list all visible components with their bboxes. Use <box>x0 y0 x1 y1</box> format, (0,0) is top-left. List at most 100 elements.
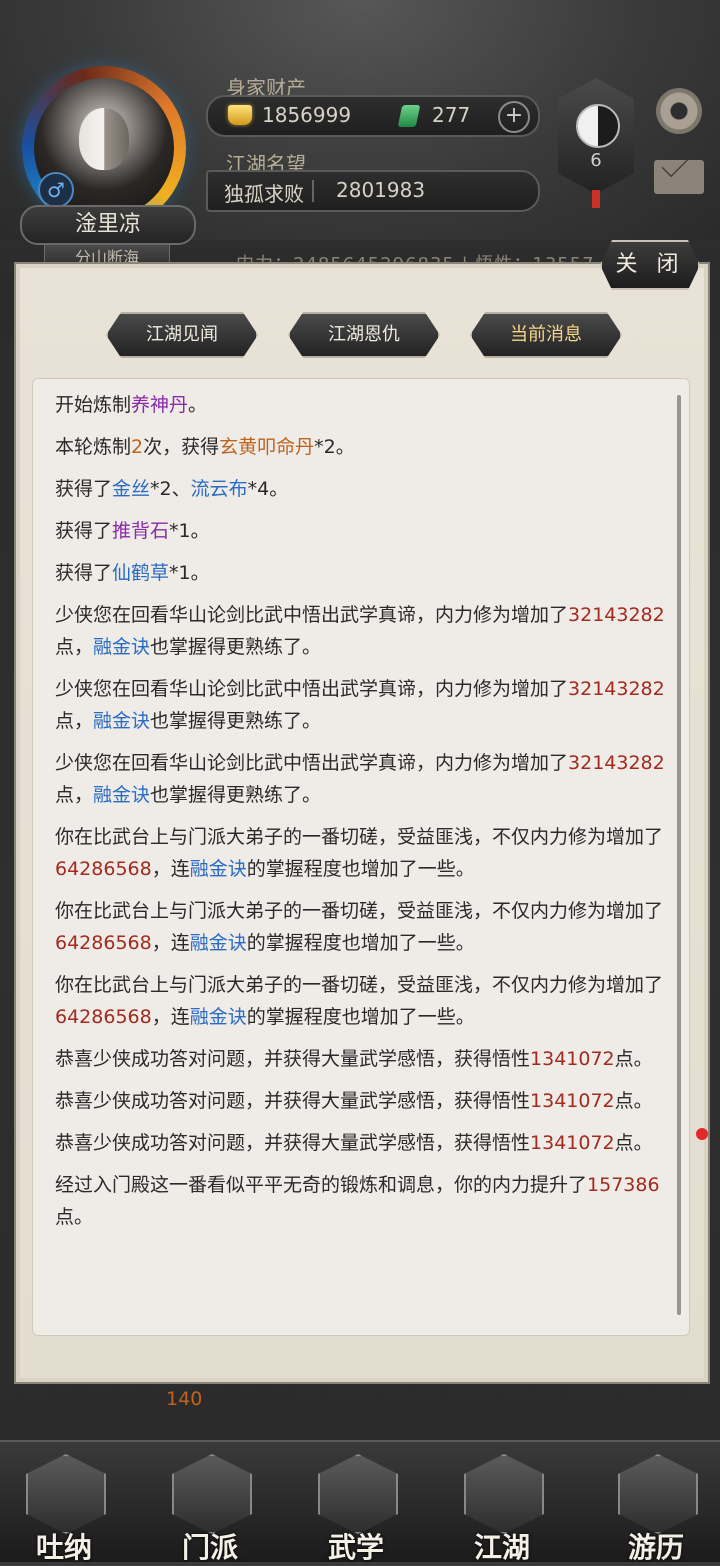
message-item: 恭喜少侠成功答对问题，并获得大量武学感悟，获得悟性1341072点。 <box>55 1043 689 1075</box>
message-text: ，连 <box>151 932 190 954</box>
message-text: 也掌握得更熟练了。 <box>150 710 322 732</box>
background-message-2: 否晓生：淦里凉实是不简单，这招天上人会，境界的剑法天息剑竟被士 <box>52 1420 642 1442</box>
message-highlight: 2 <box>131 436 144 458</box>
message-text: 少侠您在回看华山论剑比武中悟出武学真谛，内力修为增加了 <box>55 604 569 626</box>
masked-face-icon <box>79 108 129 170</box>
tassel-decoration <box>592 190 600 208</box>
nav-jianghu[interactable]: 江湖 <box>442 1450 562 1564</box>
message-highlight: 融金诀 <box>189 932 247 954</box>
gold-ingot-icon <box>228 105 252 125</box>
message-text: 的掌握程度也增加了一些。 <box>246 932 475 954</box>
message-highlight: 32143282 <box>568 604 665 626</box>
message-highlight: 融金诀 <box>93 636 151 658</box>
message-item: 你在比武台上与门派大弟子的一番切磋，受益匪浅，不仅内力修为增加了 64286568… <box>55 821 689 885</box>
message-text: 也掌握得更熟练了。 <box>150 636 322 658</box>
bottom-nav: 吐纳 门派 武学 江湖 游历 <box>0 1440 720 1564</box>
rank-level: 6 <box>590 150 602 171</box>
background-message-text-end: 个碎叶铁符。 <box>202 1388 317 1410</box>
add-currency-button[interactable]: + <box>498 101 530 133</box>
message-text: 本轮炼制 <box>55 436 132 458</box>
message-text: 开始炼制 <box>55 394 132 416</box>
player-name: 淦里凉 <box>20 205 196 245</box>
message-item: 获得了金丝*2、流云布*4。 <box>55 473 689 505</box>
message-highlight: 1341072 <box>530 1132 615 1154</box>
message-text: 恭喜少侠成功答对问题，并获得大量武学感悟，获得悟性 <box>55 1090 531 1112</box>
tab-current-messages[interactable]: 当前消息 <box>470 312 622 358</box>
message-item: 恭喜少侠成功答对问题，并获得大量武学感悟，获得悟性1341072点。 <box>55 1085 689 1117</box>
message-highlight: 64286568 <box>55 1006 152 1028</box>
gold-amount: 1856999 <box>262 103 352 127</box>
message-text: 恭喜少侠成功答对问题，并获得大量武学感悟，获得悟性 <box>55 1132 531 1154</box>
message-text: 点。 <box>614 1048 653 1070</box>
male-gender-icon: ♂ <box>38 172 74 208</box>
message-highlight: 64286568 <box>55 858 152 880</box>
wealth-bar: 1856999 277 + <box>206 95 540 137</box>
message-text: 经过入门殿这一番看似平平无奇的锻炼和调息，你的内力提升了 <box>55 1174 588 1196</box>
message-highlight: 1341072 <box>530 1048 615 1070</box>
straw-hat-icon <box>464 1454 544 1534</box>
tab-jianghu-news[interactable]: 江湖见闻 <box>106 312 258 358</box>
message-text: 少侠您在回看华山论剑比武中悟出武学真谛，内力修为增加了 <box>55 752 569 774</box>
nav-sect[interactable]: 门派 <box>150 1450 270 1564</box>
message-text: *4。 <box>247 478 289 500</box>
message-item: 少侠您在回看华山论剑比武中悟出武学真谛，内力修为增加了32143282 点，融金诀… <box>55 747 689 811</box>
message-text: 你在比武台上与门派大弟子的一番切磋，受益匪浅，不仅内力修为增加了 <box>55 900 664 922</box>
scrollbar-thumb[interactable] <box>677 395 681 1315</box>
yin-yang-icon <box>576 104 620 148</box>
message-item: 少侠您在回看华山论剑比武中悟出武学真谛，内力修为增加了32143282 点，融金诀… <box>55 599 689 663</box>
message-text: 点。 <box>614 1090 653 1112</box>
jade-amount: 277 <box>432 103 471 127</box>
background-message: 恭喜少侠获得140个碎叶铁符。 <box>52 1384 316 1411</box>
message-text: *1。 <box>169 562 210 584</box>
nav-tuna[interactable]: 吐纳 <box>4 1450 124 1564</box>
message-text: 恭喜少侠成功答对问题，并获得大量武学感悟，获得悟性 <box>55 1048 531 1070</box>
mail-icon[interactable] <box>654 160 704 194</box>
meditation-icon <box>26 1454 106 1534</box>
horse-icon <box>618 1454 698 1534</box>
message-highlight: 金丝 <box>112 478 151 500</box>
settings-gear-icon[interactable] <box>656 88 702 134</box>
message-tabs: 江湖见闻 江湖恩仇 当前消息 <box>16 312 708 362</box>
message-item: 经过入门殿这一番看似平平无奇的锻炼和调息，你的内力提升了157386 点。 <box>55 1169 689 1233</box>
background-message-text: 恭喜少侠获得 <box>52 1388 167 1410</box>
message-text: 点， <box>55 636 94 658</box>
message-text: 点， <box>55 710 94 732</box>
message-highlight: 融金诀 <box>189 1006 247 1028</box>
message-text: 的掌握程度也增加了一些。 <box>246 858 475 880</box>
message-text: *1。 <box>169 520 210 542</box>
close-button[interactable]: 关 闭 <box>600 240 700 290</box>
tab-jianghu-feuds[interactable]: 江湖恩仇 <box>288 312 440 358</box>
message-highlight: 融金诀 <box>93 710 151 732</box>
nav-label: 江湖 <box>473 1531 530 1564</box>
message-text: 次，获得 <box>143 436 220 458</box>
nav-label: 游历 <box>627 1531 684 1564</box>
message-highlight: 64286568 <box>55 932 152 954</box>
rank-badge[interactable]: 6 <box>558 78 634 194</box>
message-text: 获得了 <box>55 478 113 500</box>
message-text: 你在比武台上与门派大弟子的一番切磋，受益匪浅，不仅内力修为增加了 <box>55 974 664 996</box>
notification-dot <box>696 1128 708 1140</box>
fame-divider <box>312 180 314 202</box>
nav-travel[interactable]: 游历 <box>596 1450 716 1564</box>
message-item: 开始炼制养神丹。 <box>55 389 689 421</box>
nav-martial-arts[interactable]: 武学 <box>296 1450 416 1564</box>
message-list[interactable]: 开始炼制养神丹。 本轮炼制2次，获得玄黄叩命丹*2。 获得了金丝*2、流云布*4。获… <box>32 378 690 1336</box>
fame-value: 2801983 <box>336 178 426 202</box>
message-highlight: 仙鹤草 <box>112 562 170 584</box>
message-scroll-area: 开始炼制养神丹。 本轮炼制2次，获得玄黄叩命丹*2。 获得了金丝*2、流云布*4。获… <box>33 379 689 1243</box>
message-highlight: 融金诀 <box>93 784 151 806</box>
message-item: 获得了推背石*1。 <box>55 515 689 547</box>
nav-label: 吐纳 <box>35 1531 92 1564</box>
message-text: 。 <box>188 394 208 416</box>
background-message-number: 140 <box>166 1388 203 1410</box>
message-text: *2、 <box>150 478 191 500</box>
message-text: ，连 <box>151 858 190 880</box>
message-panel: 江湖见闻 江湖恩仇 当前消息 开始炼制养神丹。 本轮炼制2次，获得玄黄叩命丹*2。… <box>14 262 710 1384</box>
message-text: 少侠您在回看华山论剑比武中悟出武学真谛，内力修为增加了 <box>55 678 569 700</box>
message-text: 点， <box>55 784 94 806</box>
sect-banner-icon <box>172 1454 252 1534</box>
fame-title: 独孤求败 <box>224 182 304 206</box>
message-highlight: 157386 <box>587 1174 660 1196</box>
message-text: *2。 <box>314 436 355 458</box>
message-item: 你在比武台上与门派大弟子的一番切磋，受益匪浅，不仅内力修为增加了 64286568… <box>55 895 689 959</box>
